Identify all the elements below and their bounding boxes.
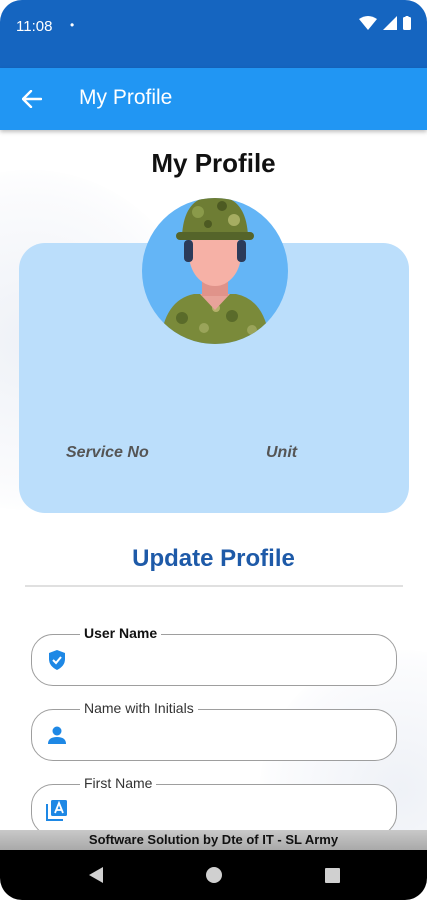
- divider: [25, 585, 403, 587]
- app-bar: My Profile: [0, 68, 427, 130]
- font-letter-icon: [46, 800, 67, 821]
- status-icons: [359, 16, 411, 30]
- update-profile-title: Update Profile: [132, 545, 295, 572]
- nav-back-button[interactable]: [86, 865, 106, 885]
- first-name-label: First Name: [80, 775, 157, 791]
- battery-icon: [403, 16, 411, 30]
- user-name-label: User Name: [80, 625, 162, 641]
- app-bar-title: My Profile: [79, 86, 173, 109]
- notification-dot: •: [70, 18, 75, 32]
- system-nav-bar: [0, 850, 427, 900]
- square-recents-icon: [324, 867, 340, 883]
- service-no-label: Service No: [66, 444, 149, 461]
- user-name-input[interactable]: [80, 649, 380, 673]
- name-with-initials-input[interactable]: [80, 724, 380, 748]
- footer-credit: Software Solution by Dte of IT - SL Army: [0, 830, 427, 850]
- name-with-initials-label: Name with Initials: [80, 700, 198, 716]
- soldier-avatar-icon: [160, 198, 270, 344]
- nav-recents-button[interactable]: [322, 865, 342, 885]
- back-button[interactable]: [18, 85, 46, 113]
- avatar: [142, 198, 288, 344]
- circle-home-icon: [206, 867, 222, 883]
- verified-shield-icon: [49, 650, 65, 670]
- status-time: 11:08: [16, 18, 53, 35]
- signal-icon: [383, 16, 397, 30]
- name-with-initials-field[interactable]: Name with Initials: [31, 700, 397, 761]
- first-name-field[interactable]: First Name: [31, 775, 397, 830]
- user-name-field[interactable]: User Name: [31, 625, 397, 686]
- arrow-left-icon: [22, 90, 42, 108]
- triangle-back-icon: [89, 867, 103, 883]
- profile-content[interactable]: My Profile Service No Unit Update Profil…: [0, 130, 427, 830]
- first-name-input[interactable]: [80, 799, 380, 823]
- nav-home-button[interactable]: [204, 865, 224, 885]
- person-icon: [48, 726, 66, 744]
- page-title: My Profile: [151, 148, 276, 178]
- wifi-icon: [359, 16, 377, 30]
- status-bar: 11:08 •: [0, 0, 427, 68]
- unit-label: Unit: [266, 444, 298, 461]
